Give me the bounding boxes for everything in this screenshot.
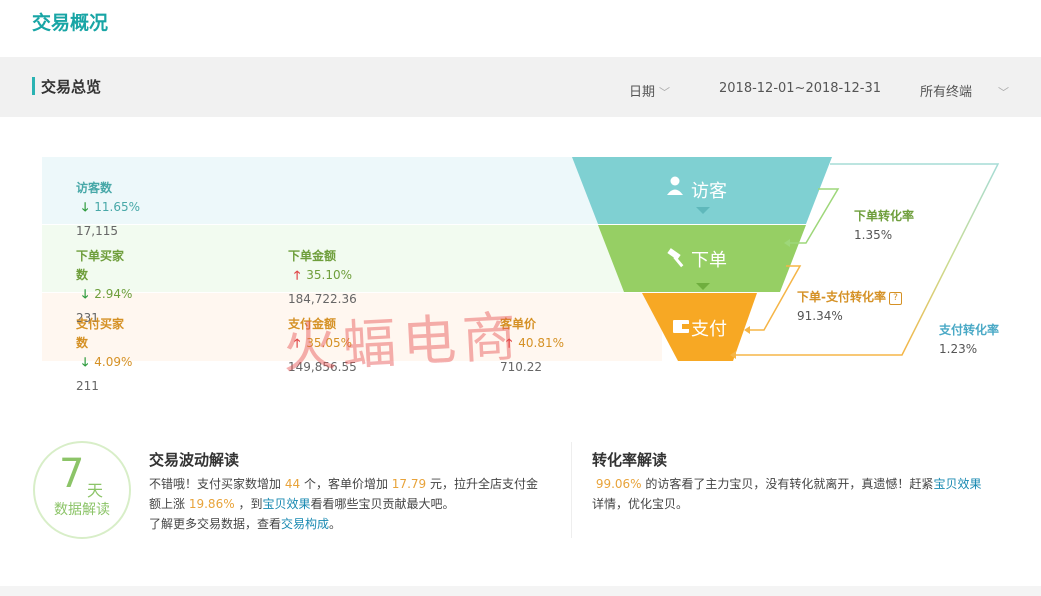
text-segment: 。 <box>329 517 342 531</box>
conversion-text: 99.06% 的访客看了主力宝贝，没有转化就离开，真遗憾！赶紧宝贝效果 详情，优… <box>592 474 1012 514</box>
order-rate: 下单转化率 1.35% <box>854 207 914 242</box>
wallet-icon <box>673 320 689 333</box>
highlight-value: 44 <box>284 477 301 491</box>
help-icon[interactable]: ? <box>888 292 902 305</box>
order-pay-rate: 下单-支付转化率? 91.34% <box>797 288 902 323</box>
bottom-strip <box>0 586 1041 596</box>
funnel-stage-label: 下单 <box>691 250 727 271</box>
funnel-stage-label: 访客 <box>691 181 727 202</box>
text-segment: 详情，优化宝贝。 <box>592 497 689 511</box>
seven-day-badge: 7 天 数据解读 <box>33 441 131 539</box>
text-segment: ，到 <box>238 497 263 511</box>
trade-composition-link[interactable]: 交易构成 <box>281 517 329 531</box>
text-segment: 个，客单价增加 <box>303 477 388 491</box>
conversion-title: 转化率解读 <box>592 451 668 469</box>
text-segment: 的访客看了主力宝贝，没有转化就离开，真遗憾！赶紧 <box>645 477 934 491</box>
badge-unit: 天 <box>87 481 104 500</box>
text-segment: 看看哪些宝贝贡献最大吧。 <box>310 497 455 511</box>
rate-value: 91.34% <box>797 309 843 323</box>
item-effect-link[interactable]: 宝贝效果 <box>933 477 981 491</box>
fluctuation-text: 不错哦！支付买家数增加 44 个，客单价增加 17.79 元，拉升全店支付金 额… <box>149 474 559 534</box>
fluctuation-title: 交易波动解读 <box>149 451 240 469</box>
pay-rate: 支付转化率 1.23% <box>939 321 999 356</box>
section-divider <box>571 442 572 538</box>
rate-value: 1.23% <box>939 342 978 356</box>
highlight-value: 99.06% <box>595 477 642 491</box>
text-segment: 额上涨 <box>149 497 186 511</box>
rate-name: 下单转化率 <box>854 209 915 223</box>
item-effect-link[interactable]: 宝贝效果 <box>262 497 310 511</box>
highlight-value: 19.86% <box>188 497 235 511</box>
text-segment: 了解更多交易数据，查看 <box>149 517 282 531</box>
badge-caption: 数据解读 <box>54 502 110 518</box>
rate-name: 下单-支付转化率 <box>797 290 886 304</box>
rate-value: 1.35% <box>854 228 893 242</box>
badge-days: 7 <box>59 451 85 497</box>
rate-name: 支付转化率 <box>939 323 1000 337</box>
text-segment: 不错哦！支付买家数增加 <box>149 477 282 491</box>
highlight-value: 17.79 <box>391 477 427 491</box>
text-segment: 元，拉升全店支付金 <box>429 477 538 491</box>
funnel-stage-label: 支付 <box>691 319 727 340</box>
